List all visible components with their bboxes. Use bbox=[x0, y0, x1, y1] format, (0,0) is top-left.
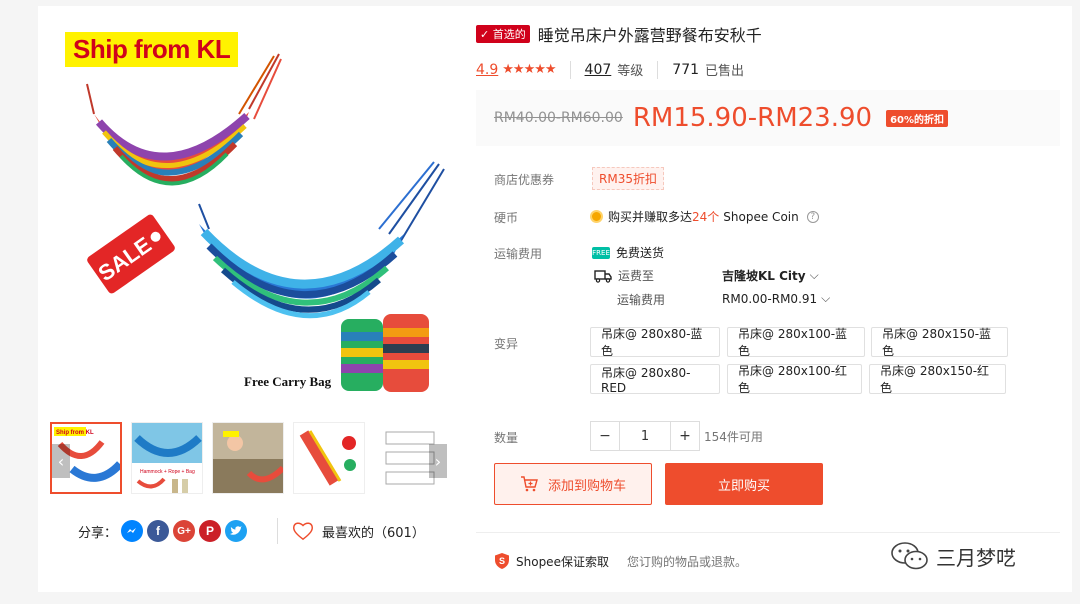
variation-label: 变异 bbox=[494, 337, 519, 351]
like-button[interactable]: 最喜欢的（601） bbox=[292, 518, 425, 544]
shopee-guarantee[interactable]: S Shopee保证索取 您订购的物品或退款。 bbox=[494, 552, 747, 570]
free-shipping-text: 免费送货 bbox=[616, 246, 665, 260]
sold-label: 已售出 bbox=[705, 64, 745, 79]
original-price: RM40.00-RM60.00 bbox=[494, 110, 623, 126]
google-plus-icon[interactable]: G+ bbox=[173, 520, 196, 542]
coins-amount: 24个 bbox=[692, 210, 720, 224]
watermark-text: 三月梦呓 bbox=[936, 545, 1016, 570]
ship-fee-value: RM0.00-RM0.91 bbox=[722, 291, 818, 306]
thumbnail-next-arrow[interactable]: › bbox=[429, 444, 447, 478]
like-count-label: 最喜欢的（601） bbox=[322, 525, 425, 541]
thumbnail-1-tag: Ship from KL bbox=[56, 430, 94, 436]
variation-option[interactable]: 吊床@ 280x80-RED bbox=[590, 364, 720, 395]
share-like-divider bbox=[277, 518, 278, 544]
sold-count: 771 bbox=[672, 61, 700, 78]
variation-option[interactable]: 吊床@ 280x150-红色 bbox=[869, 364, 1006, 395]
ship-to-row: 运费至 bbox=[594, 267, 654, 284]
product-main-image[interactable]: SALE Ship from KL Free Carry Bag bbox=[49, 14, 449, 410]
preferred-badge: ✓ 首选的 bbox=[476, 25, 530, 43]
guarantee-subtitle: 您订购的物品或退款。 bbox=[626, 554, 747, 569]
thumbnail-3-image bbox=[213, 423, 283, 493]
variation-option[interactable]: 吊床@ 280x100-蓝色 bbox=[727, 327, 865, 358]
wechat-watermark: 三月梦呓 bbox=[890, 540, 1016, 572]
sale-tag-graphic: SALE bbox=[87, 214, 175, 294]
shop-voucher-chip[interactable]: RM35折扣 bbox=[592, 167, 664, 190]
thumbnail-2-image: Hammock + Rope + Bag bbox=[132, 423, 202, 493]
add-to-cart-button[interactable]: 添加到购物车 bbox=[494, 463, 652, 505]
thumbnail-strip: Ship from KL ‹ Hammock + Rope + Bag › bbox=[49, 422, 449, 496]
coins-text-post: Shopee Coin bbox=[723, 209, 799, 224]
facebook-icon[interactable]: f bbox=[147, 520, 170, 542]
bottom-hammock bbox=[198, 161, 445, 319]
chevron-down-icon: ⌵ bbox=[821, 291, 831, 305]
voucher-label: 商店优惠券 bbox=[494, 173, 555, 187]
buy-now-button[interactable]: 立即购买 bbox=[665, 463, 823, 505]
variation-option[interactable]: 吊床@ 280x100-红色 bbox=[727, 364, 862, 395]
rating-value[interactable]: 4.9 bbox=[476, 62, 498, 78]
add-to-cart-label: 添加到购物车 bbox=[547, 478, 626, 494]
wechat-icon bbox=[891, 542, 928, 570]
shopee-coin-icon bbox=[590, 210, 603, 223]
ratings-label: 等级 bbox=[617, 64, 644, 79]
chevron-down-icon: ⌵ bbox=[809, 268, 819, 282]
truck-icon bbox=[594, 269, 612, 283]
coins-row: 购买并赚取多达 24个 Shopee Coin ? bbox=[590, 208, 819, 225]
free-shipping-icon: FREE bbox=[592, 246, 610, 259]
section-divider bbox=[476, 532, 1060, 533]
messenger-icon[interactable] bbox=[121, 520, 144, 542]
carry-bags bbox=[341, 314, 429, 392]
help-icon[interactable]: ? bbox=[806, 210, 819, 223]
product-stats: 4.9 ★★★★★ 407 等级 771 已售出 bbox=[476, 60, 744, 79]
hammock-illustration: SALE bbox=[86, 53, 445, 392]
guarantee-title: Shopee保证索取 bbox=[516, 554, 609, 569]
quantity-stepper: − 1 + bbox=[590, 421, 700, 451]
ship-to-value: 吉隆坡KL City bbox=[722, 269, 806, 283]
product-title: 睡觉吊床户外露营野餐布安秋千 bbox=[537, 26, 762, 45]
thumbnail-2[interactable]: Hammock + Rope + Bag bbox=[131, 422, 203, 494]
coins-label: 硬币 bbox=[494, 211, 519, 225]
ship-fee-row: 运输费用 bbox=[617, 291, 665, 308]
svg-text:S: S bbox=[499, 556, 505, 566]
quantity-input[interactable]: 1 bbox=[620, 421, 670, 451]
ship-to-label: 运费至 bbox=[618, 269, 655, 283]
discount-badge: 60%的折扣 bbox=[886, 109, 949, 127]
thumbnail-4[interactable] bbox=[293, 422, 365, 494]
thumbnail-2-caption: Hammock + Rope + Bag bbox=[140, 469, 195, 475]
coins-text-pre: 购买并赚取多达 bbox=[608, 210, 693, 224]
price-section: RM40.00-RM60.00 RM15.90-RM23.90 60%的折扣 bbox=[476, 90, 1060, 146]
ship-from-kl-tag: Ship from KL bbox=[65, 32, 239, 67]
variation-option[interactable]: 吊床@ 280x150-蓝色 bbox=[871, 327, 1008, 358]
quantity-increase-button[interactable]: + bbox=[670, 421, 700, 451]
free-shipping-row: FREE 免费送货 bbox=[592, 244, 664, 261]
current-price: RM15.90-RM23.90 bbox=[632, 103, 873, 133]
share-label: 分享： bbox=[78, 525, 118, 541]
shipping-label: 运输费用 bbox=[494, 247, 543, 261]
stats-divider bbox=[569, 60, 571, 79]
ship-to-dropdown[interactable]: 吉隆坡KL City ⌵ bbox=[722, 267, 819, 284]
thumbnail-3[interactable] bbox=[212, 422, 284, 494]
pinterest-icon[interactable]: P bbox=[199, 520, 222, 542]
shield-icon: S bbox=[495, 553, 509, 569]
free-carry-bag-label: Free Carry Bag bbox=[244, 374, 332, 389]
stock-available: 154件可用 bbox=[704, 430, 763, 444]
thumbnail-4-image bbox=[299, 430, 356, 486]
heart-icon bbox=[293, 522, 313, 541]
stats-divider bbox=[657, 60, 659, 79]
quantity-label: 数量 bbox=[494, 431, 519, 445]
twitter-icon[interactable] bbox=[225, 520, 248, 542]
quantity-decrease-button[interactable]: − bbox=[590, 421, 620, 451]
rating-stars-icon: ★★★★★ bbox=[502, 62, 556, 77]
ship-fee-label: 运输费用 bbox=[617, 293, 666, 307]
top-hammock bbox=[86, 53, 282, 186]
thumbnail-prev-arrow[interactable]: ‹ bbox=[52, 444, 70, 478]
cart-icon bbox=[520, 476, 538, 492]
ship-fee-dropdown[interactable]: RM0.00-RM0.91 ⌵ bbox=[722, 291, 830, 306]
share-row: 分享： f G+ P bbox=[78, 518, 248, 544]
product-title-row: ✓ 首选的 睡觉吊床户外露营野餐布安秋千 bbox=[476, 22, 762, 46]
variation-option[interactable]: 吊床@ 280x80-蓝色 bbox=[590, 327, 720, 358]
ratings-count[interactable]: 407 bbox=[585, 62, 612, 78]
